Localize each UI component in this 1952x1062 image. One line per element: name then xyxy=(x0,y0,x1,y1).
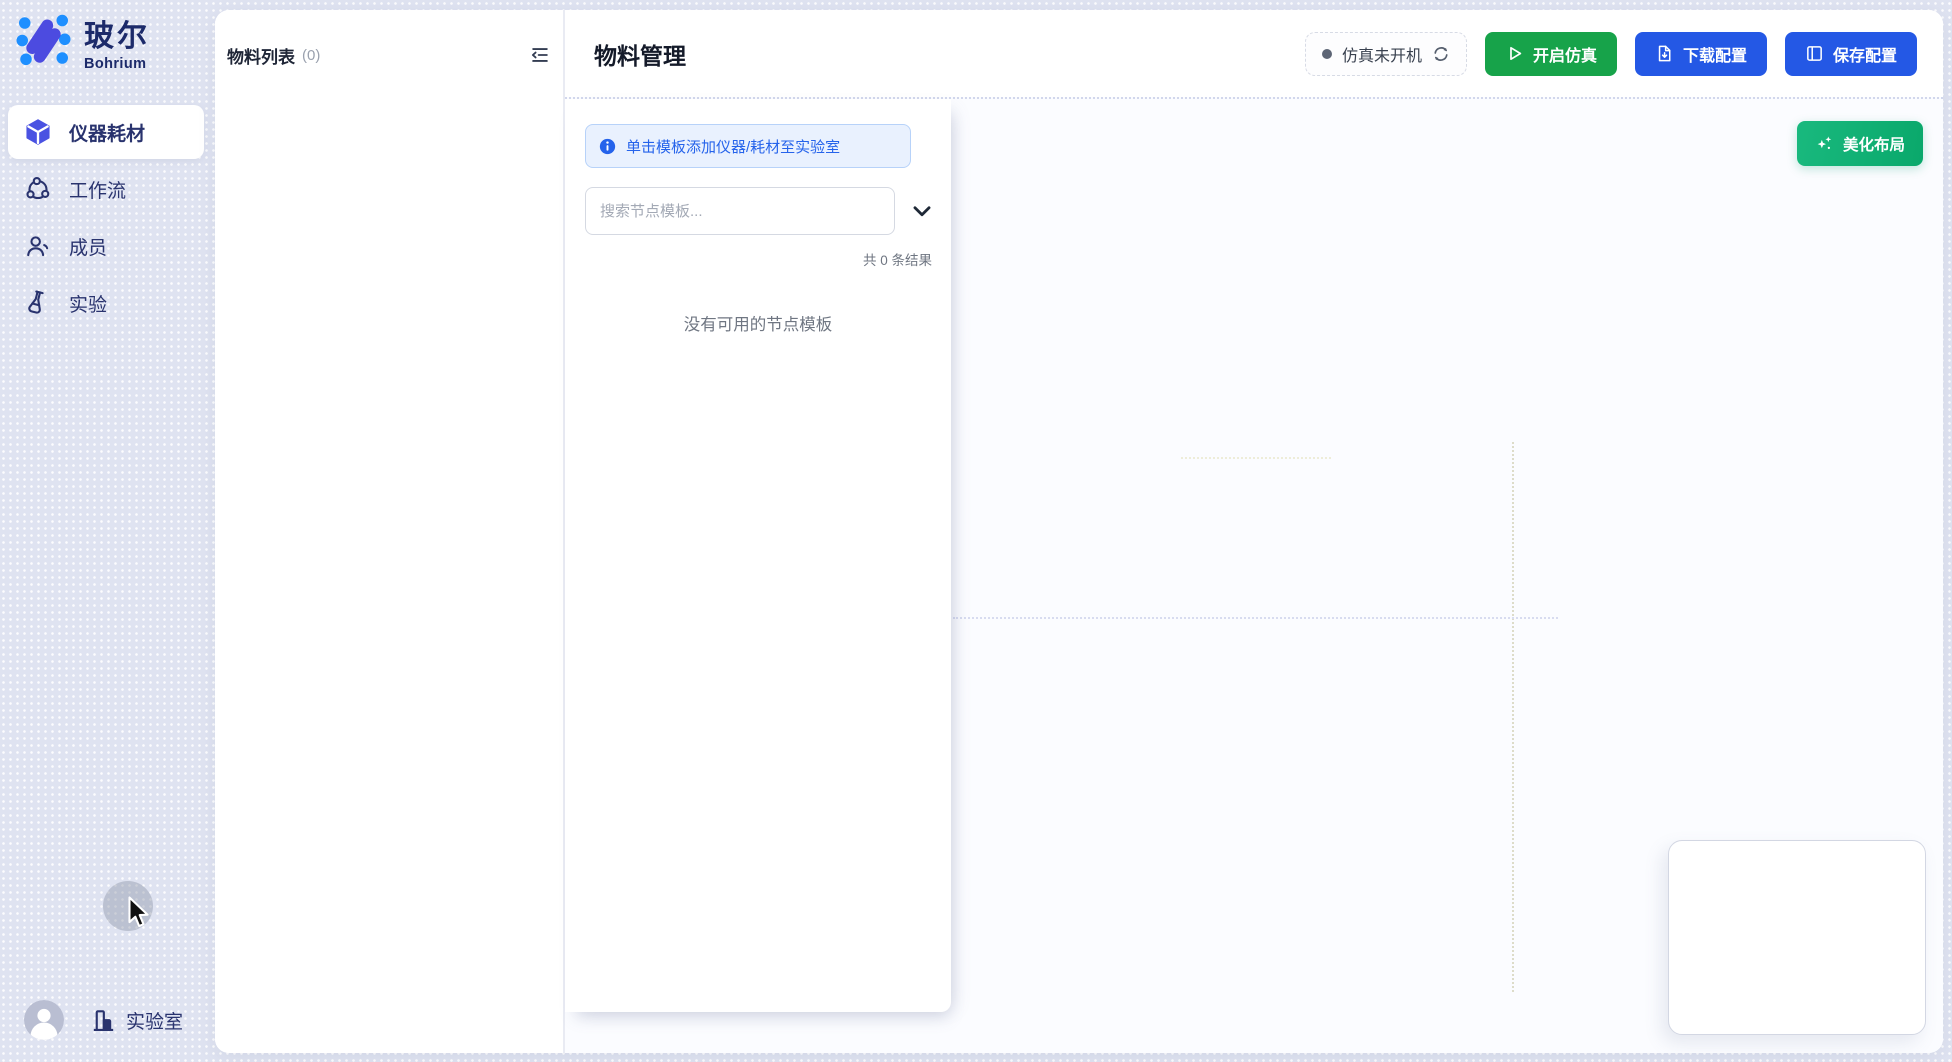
brand-subtitle: Bohrium xyxy=(84,56,150,72)
refresh-icon[interactable] xyxy=(1432,45,1450,63)
search-row xyxy=(585,187,941,235)
node-templates-panel: 单击模板添加仪器/耗材至实验室 共 0 条结果 没有可用的节点模板 xyxy=(565,99,951,1012)
sidebar-item-workflow[interactable]: 工作流 xyxy=(8,162,204,216)
building-icon xyxy=(90,1007,117,1034)
cube-icon xyxy=(24,118,52,146)
info-icon xyxy=(599,138,616,155)
mouse-cursor xyxy=(125,896,151,930)
button-label: 开启仿真 xyxy=(1533,42,1597,66)
simulation-status-pill: 仿真未开机 xyxy=(1305,32,1467,76)
brand-logo[interactable]: 玻尔 Bohrium xyxy=(16,13,150,72)
info-banner-text: 单击模板添加仪器/耗材至实验室 xyxy=(626,136,840,157)
sidebar-item-members[interactable]: 成员 xyxy=(8,219,204,273)
page-header: 物料管理 仿真未开机 xyxy=(565,10,1943,97)
button-label: 美化布局 xyxy=(1843,133,1905,155)
test-tube-icon xyxy=(24,289,52,317)
sidebar-item-label: 实验 xyxy=(69,290,107,317)
search-input[interactable] xyxy=(585,187,895,235)
main-area: 物料管理 仿真未开机 xyxy=(565,10,1943,1053)
chevron-down-icon[interactable] xyxy=(909,198,935,224)
download-config-button[interactable]: 下载配置 xyxy=(1635,32,1767,76)
sidebar-item-instruments[interactable]: 仪器耗材 xyxy=(8,105,204,159)
materials-list-header: 物料列表 (0) xyxy=(227,42,551,68)
play-icon xyxy=(1505,44,1524,63)
grid-line-vertical xyxy=(1512,442,1514,992)
download-file-icon xyxy=(1655,44,1674,63)
sidebar-item-experiments[interactable]: 实验 xyxy=(8,276,204,330)
collapse-panel-button[interactable] xyxy=(529,44,551,66)
sidebar-item-label: 仪器耗材 xyxy=(69,119,145,146)
grid-line-horizontal-faint xyxy=(1181,457,1331,459)
button-label: 保存配置 xyxy=(1833,42,1897,66)
status-dot-icon xyxy=(1322,49,1332,59)
save-icon xyxy=(1805,44,1824,63)
sidebar-item-label: 工作流 xyxy=(69,176,126,203)
status-label: 仿真未开机 xyxy=(1342,42,1422,66)
lab-selector[interactable]: 实验室 xyxy=(90,1007,183,1034)
avatar[interactable] xyxy=(24,1000,64,1040)
materials-list-panel: 物料列表 (0) xyxy=(215,10,563,1053)
brand-logo-icon xyxy=(16,13,71,68)
empty-state-text: 没有可用的节点模板 xyxy=(565,311,951,335)
brand-text: 玻尔 Bohrium xyxy=(84,13,150,72)
header-actions: 仿真未开机 xyxy=(1305,32,1917,76)
page-title: 物料管理 xyxy=(594,37,686,71)
sidebar-footer: 实验室 xyxy=(24,1000,183,1040)
start-simulation-button[interactable]: 开启仿真 xyxy=(1485,32,1617,76)
sidebar: 玻尔 Bohrium 仪器耗材 xyxy=(0,0,215,1062)
save-config-button[interactable]: 保存配置 xyxy=(1785,32,1917,76)
canvas[interactable]: 单击模板添加仪器/耗材至实验室 共 0 条结果 没有可用的节点模板 xyxy=(565,97,1943,1053)
button-label: 下载配置 xyxy=(1683,42,1747,66)
workflow-icon xyxy=(24,175,52,203)
sidebar-item-label: 成员 xyxy=(69,233,107,260)
lab-label: 实验室 xyxy=(126,1007,183,1034)
app-card: 物料列表 (0) 物料管理 仿真未开机 xyxy=(215,10,1943,1053)
materials-list-title: 物料列表 xyxy=(227,43,295,68)
beautify-layout-button[interactable]: 美化布局 xyxy=(1797,121,1923,166)
grid-line-horizontal xyxy=(953,617,1558,619)
brand-name: 玻尔 xyxy=(84,21,150,53)
members-icon xyxy=(24,232,52,260)
minimap[interactable] xyxy=(1668,840,1926,1035)
results-count: 共 0 条结果 xyxy=(565,249,932,269)
info-banner: 单击模板添加仪器/耗材至实验室 xyxy=(585,124,911,168)
sidebar-nav: 仪器耗材 工作流 xyxy=(8,105,204,333)
materials-list-count: (0) xyxy=(302,47,320,64)
sparkles-icon xyxy=(1815,134,1834,153)
